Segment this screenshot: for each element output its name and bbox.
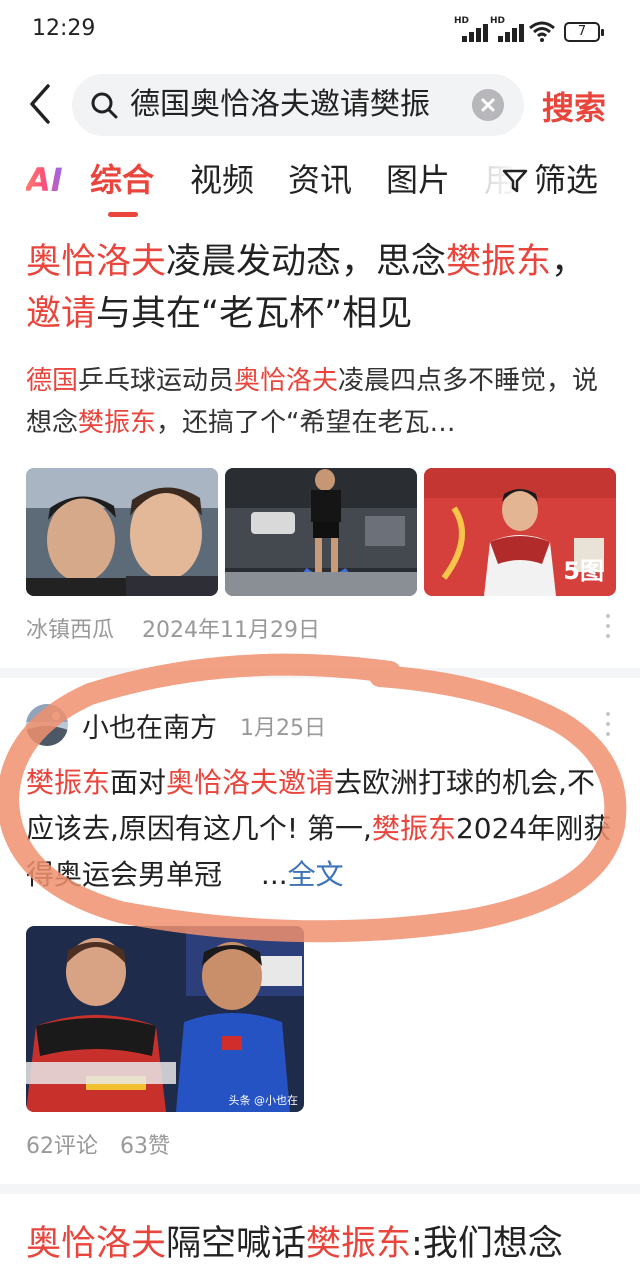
tab-ai[interactable]: AI: [26, 156, 63, 204]
thumbnail-poster-photo[interactable]: 5图: [424, 468, 616, 596]
search-box[interactable]: 德国奥恰洛夫邀请樊振: [72, 74, 524, 136]
status-time: 12:29: [32, 16, 96, 41]
summary-text: ，还搞了个“希望在老瓦…: [156, 408, 456, 438]
title-keyword: 邀请: [26, 294, 97, 334]
back-arrow-icon[interactable]: [22, 82, 62, 126]
tab-video[interactable]: 视频: [190, 156, 254, 204]
summary-keyword: 奥恰洛夫: [234, 366, 339, 396]
section-divider: [0, 668, 640, 678]
tab-bar: AI 综合 视频 资讯 图片 用 筛选: [0, 156, 640, 220]
author-name[interactable]: 小也在南方: [82, 706, 217, 745]
search-icon: [91, 92, 118, 119]
post-keyword: 樊振东: [26, 766, 111, 799]
post-keyword: 樊振东: [371, 812, 456, 845]
post-keyword: 奥恰洛夫邀请: [166, 766, 335, 799]
article-date: 2024年11月29日: [142, 618, 320, 643]
title-text: ，: [551, 242, 587, 282]
post-date: 1月25日: [240, 716, 326, 741]
search-row: 德国奥恰洛夫邀请樊振 搜索: [0, 70, 640, 138]
title-keyword: 樊振东: [306, 1224, 412, 1264]
title-keyword: 奥恰洛夫: [26, 1224, 167, 1264]
article-title[interactable]: 奥恰洛夫凌晨发动态，思念樊振东， 邀请与其在“老瓦杯”相见: [26, 236, 616, 340]
article-thumbnails: 5图: [26, 468, 616, 596]
signal-hd-label: HD: [454, 16, 470, 26]
search-input[interactable]: 德国奥恰洛夫邀请樊振: [130, 86, 460, 124]
thumbnail-selfie-photo[interactable]: [26, 468, 218, 596]
status-bar: 12:29 HD HD 7: [0, 0, 640, 62]
tab-all[interactable]: 综合: [90, 156, 154, 204]
title-text: 隔空喊话: [166, 1224, 307, 1264]
summary-keyword: 樊振东: [78, 408, 157, 438]
like-count[interactable]: 63赞: [120, 1128, 170, 1160]
search-button[interactable]: 搜索: [542, 83, 606, 129]
thumbnail-training-photo[interactable]: [225, 468, 417, 596]
article-summary[interactable]: 德国乒乓球运动员奥恰洛夫凌晨四点多不睡觉，说想念樊振东，还搞了个“希望在老瓦…: [26, 360, 616, 444]
active-tab-indicator: [108, 212, 138, 217]
filter-icon: [502, 169, 528, 193]
filter-button[interactable]: 筛选: [486, 156, 640, 208]
post-text-segment: 面对: [110, 766, 167, 799]
ellipsis: ...: [260, 858, 288, 891]
post-text[interactable]: 樊振东面对奥恰洛夫邀请去欧洲打球的机会,不应该去,原因有这几个! 第一,樊振东2…: [26, 760, 616, 898]
summary-keyword: 德国: [26, 366, 79, 396]
more-options-icon[interactable]: [604, 712, 612, 742]
title-keyword: 奥恰洛夫: [26, 242, 167, 282]
signal-icon: HD: [454, 16, 488, 42]
tab-news[interactable]: 资讯: [288, 156, 352, 204]
summary-text: 乒乓球运动员: [78, 366, 235, 396]
image-count-badge: 5图: [563, 557, 604, 585]
section-divider: [0, 1184, 640, 1194]
filter-label: 筛选: [534, 161, 599, 199]
tab-images[interactable]: 图片: [386, 156, 450, 204]
more-options-icon[interactable]: [604, 614, 612, 644]
title-text: :我们想念: [411, 1224, 563, 1264]
title-keyword: 樊振东: [446, 242, 552, 282]
wifi-icon: [529, 21, 555, 42]
article-source[interactable]: 冰镇西瓜: [26, 612, 114, 644]
signal-icon-2: HD: [490, 16, 524, 42]
clear-icon[interactable]: [472, 89, 504, 121]
signal-hd-label-2: HD: [490, 16, 506, 26]
article-title[interactable]: 奥恰洛夫隔空喊话樊振东:我们想念: [26, 1218, 626, 1270]
title-text: 凌晨发动态，思念: [166, 242, 447, 282]
title-text: 与其在“老瓦杯”相见: [96, 294, 413, 334]
author-avatar[interactable]: [26, 704, 68, 746]
comment-count[interactable]: 62评论: [26, 1128, 98, 1160]
battery-icon: 7: [564, 22, 604, 42]
post-image[interactable]: 头条 @小也在: [26, 926, 304, 1112]
image-credit: 头条 @小也在: [228, 1094, 299, 1107]
full-text-link[interactable]: 全文: [288, 858, 344, 891]
